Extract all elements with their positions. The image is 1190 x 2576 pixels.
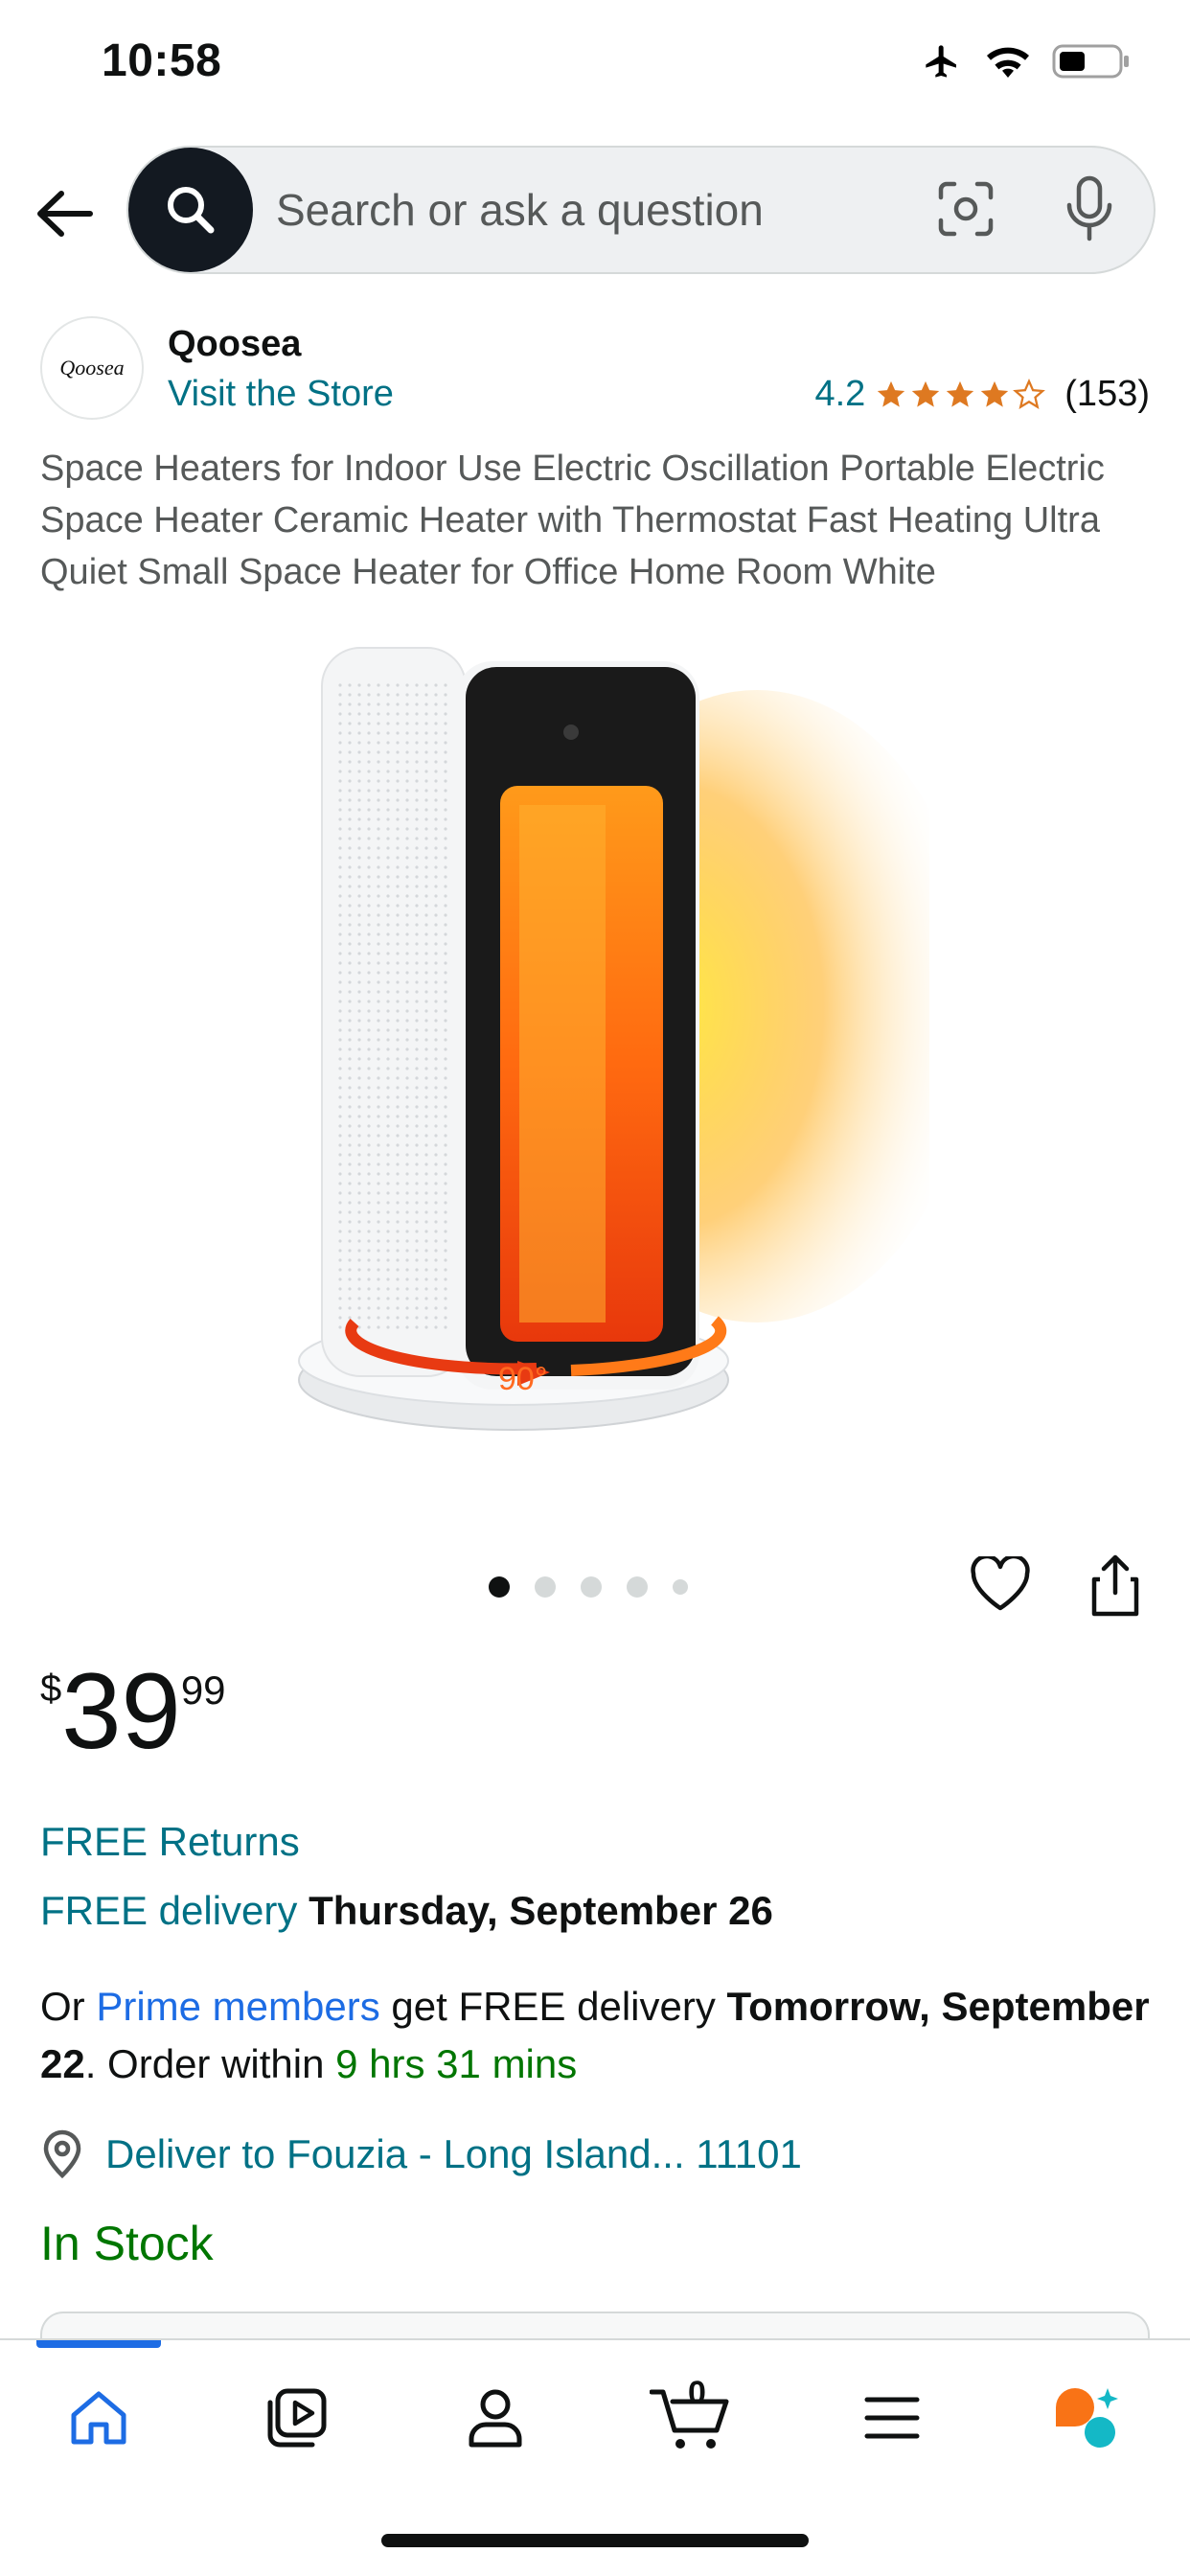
free-delivery-link[interactable]: FREE delivery	[40, 1888, 297, 1933]
home-icon	[71, 2391, 126, 2445]
stock-status: In Stock	[40, 2217, 214, 2270]
free-delivery: FREE delivery Thursday, September 26	[40, 1888, 773, 1934]
rating-row[interactable]: 4.2 (153)	[814, 374, 1150, 415]
airplane-icon	[926, 45, 956, 78]
order-within-prefix: . Order within	[84, 2041, 336, 2086]
status-bar: 10:58	[0, 0, 1190, 134]
camera-icon[interactable]	[935, 178, 996, 240]
account-icon	[469, 2389, 522, 2448]
wifi-icon	[987, 47, 1029, 78]
carousel-dot[interactable]	[627, 1576, 648, 1598]
price-currency: $	[40, 1668, 62, 1710]
product-image[interactable]: 90°	[278, 623, 929, 1466]
star-full-icon	[947, 380, 974, 407]
brand-logo[interactable]: Qoosea	[40, 316, 144, 420]
prime-members-link[interactable]: Prime members	[96, 1984, 379, 2029]
deliver-to-row[interactable]: Deliver to Fouzia - Long Island... 11101	[40, 2129, 802, 2179]
nav-menu[interactable]	[849, 2375, 935, 2461]
search-bar[interactable]: Search or ask a question	[126, 146, 1156, 274]
video-icon	[267, 2388, 327, 2448]
carousel-dot[interactable]	[535, 1576, 556, 1598]
carousel-dot[interactable]	[581, 1576, 602, 1598]
status-time: 10:58	[102, 35, 222, 86]
brand-name: Qoosea	[168, 324, 302, 364]
star-empty-icon	[1013, 378, 1046, 409]
order-within-time: 9 hrs 31 mins	[335, 2041, 578, 2086]
rating-value: 4.2	[814, 374, 866, 414]
star-full-icon	[981, 380, 1009, 407]
carousel-dot[interactable]	[673, 1579, 688, 1595]
product-title: Space Heaters for Indoor Use Electric Os…	[40, 448, 1105, 592]
search-icon	[168, 187, 215, 234]
star-full-icon	[878, 380, 905, 407]
nav-rufus[interactable]	[1046, 2375, 1133, 2461]
rating-stars	[875, 378, 1046, 411]
microphone-icon[interactable]	[1062, 174, 1117, 243]
free-returns-link[interactable]: FREE Returns	[40, 1819, 300, 1865]
nav-account[interactable]	[452, 2375, 538, 2461]
prime-prefix: Or	[40, 1984, 97, 2029]
search-button[interactable]	[128, 148, 253, 272]
menu-icon	[864, 2397, 920, 2439]
heart-icon[interactable]	[970, 1556, 1031, 1612]
location-pin-icon	[43, 2129, 81, 2179]
back-arrow-icon[interactable]	[33, 182, 96, 245]
share-icon[interactable]	[1087, 1552, 1144, 1618]
nav-cart[interactable]: 0	[648, 2375, 734, 2461]
nav-active-indicator	[36, 2340, 161, 2348]
status-icons	[920, 42, 1131, 80]
star-full-icon	[912, 380, 940, 407]
price-fraction: 99	[180, 1668, 226, 1713]
brand-logo-text: Qoosea	[59, 356, 125, 380]
prime-middle: get FREE delivery	[379, 1984, 727, 2029]
prime-delivery-text: Or Prime members get FREE delivery Tomor…	[40, 1978, 1152, 2093]
carousel-dot[interactable]	[489, 1576, 510, 1598]
rufus-icon	[1056, 2388, 1118, 2448]
free-delivery-date: Thursday, September 26	[309, 1888, 773, 1933]
visit-store-link[interactable]: Visit the Store	[168, 374, 394, 415]
price: $ 39 99	[40, 1658, 226, 1765]
nav-video[interactable]	[253, 2375, 339, 2461]
search-input[interactable]: Search or ask a question	[276, 184, 764, 236]
oscillation-label: 90°	[498, 1361, 547, 1397]
nav-home[interactable]	[56, 2375, 142, 2461]
price-whole: 39	[61, 1651, 181, 1771]
battery-icon	[1052, 44, 1129, 79]
rating-count: (153)	[1064, 374, 1150, 414]
deliver-to-address[interactable]: Deliver to Fouzia - Long Island... 11101	[105, 2131, 802, 2177]
cart-count: 0	[688, 2375, 706, 2411]
home-indicator[interactable]	[381, 2534, 809, 2547]
carousel-dots[interactable]	[489, 1576, 688, 1598]
